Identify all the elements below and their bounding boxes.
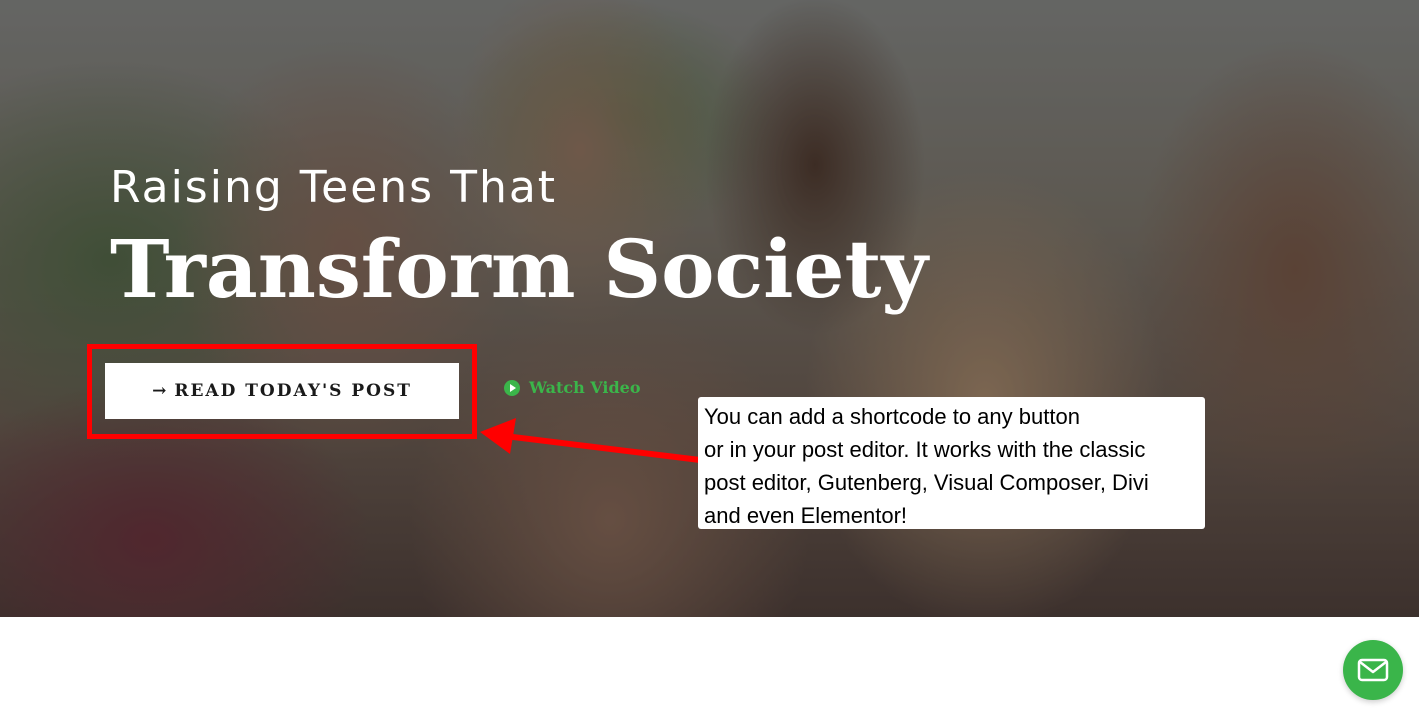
play-circle-icon [504,379,520,396]
watch-video-label: Watch Video [529,378,641,397]
callout-line: and even Elementor! [704,503,908,528]
annotation-callout: You can add a shortcode to any button or… [698,397,1205,529]
annotation-arrow [480,418,701,463]
hero-subtitle: Raising Teens That [110,162,558,213]
callout-line: post editor, Gutenberg, Visual Composer,… [704,470,1149,495]
envelope-icon [1357,658,1389,682]
callout-line: or in your post editor. It works with th… [704,437,1146,462]
callout-line: You can add a shortcode to any button [704,404,1080,429]
hero-title: Transform Society [110,222,928,316]
watch-video-link[interactable]: Watch Video [504,378,641,397]
contact-mail-button[interactable] [1343,640,1403,700]
annotation-highlight-box [87,344,477,439]
